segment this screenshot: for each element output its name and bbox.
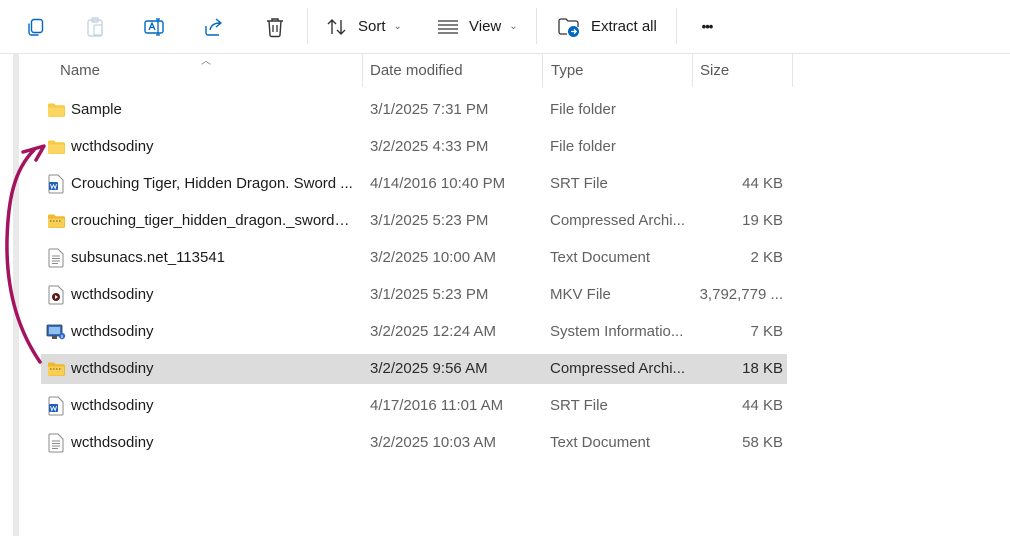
file-type: Compressed Archi... <box>550 212 686 229</box>
file-type: System Informatio... <box>550 323 684 340</box>
file-type: SRT File <box>550 397 608 414</box>
toolbar-separator <box>536 8 537 44</box>
file-row[interactable]: wcthdsodiny 3/2/2025 12:24 AM System Infor… <box>41 317 787 347</box>
column-header-type[interactable]: Type <box>543 54 693 87</box>
file-row[interactable]: wcthdsodiny 3/1/2025 5:23 PM MKV File 3,792… <box>41 280 787 310</box>
file-name: wcthdsodiny <box>71 397 154 414</box>
file-date-modified: 4/14/2016 10:40 PM <box>370 175 506 192</box>
file-size <box>690 95 783 125</box>
file-name: wcthdsodiny <box>71 323 154 340</box>
file-type: Text Document <box>550 249 651 266</box>
file-date-modified: 4/17/2016 11:01 AM <box>370 397 504 414</box>
file-date-modified: 3/2/2025 10:00 AM <box>370 249 496 266</box>
toolbar-separator <box>676 8 677 44</box>
extract-all-label: Extract all <box>591 18 657 35</box>
file-size: 44 KB <box>742 397 783 414</box>
file-size: 58 KB <box>742 434 783 451</box>
file-name: wcthdsodiny <box>71 360 154 377</box>
extract-all-button[interactable]: Extract all <box>557 0 657 53</box>
trash-icon <box>267 17 283 37</box>
file-date-modified: 3/1/2025 5:23 PM <box>370 286 489 303</box>
file-row[interactable]: Sample 3/1/2025 7:31 PM File folder <box>41 95 787 125</box>
paste-button[interactable] <box>80 0 110 53</box>
view-label: View <box>469 18 502 35</box>
file-name: crouching_tiger_hidden_dragon._sword_o..… <box>71 212 353 229</box>
file-row[interactable]: crouching_tiger_hidden_dragon._sword_o..… <box>41 206 787 236</box>
file-date-modified: 3/2/2025 9:56 AM <box>370 360 488 377</box>
more-options-button[interactable]: ••• <box>692 0 722 53</box>
view-icon <box>438 19 458 34</box>
file-name: Crouching Tiger, Hidden Dragon. Sword ..… <box>71 175 353 192</box>
file-row[interactable]: wcthdsodiny 4/17/2016 11:01 AM SRT File 44 … <box>41 391 787 421</box>
file-date-modified: 3/1/2025 5:23 PM <box>370 212 489 229</box>
file-type: File folder <box>550 138 616 155</box>
sort-button[interactable]: Sort ⌄ <box>326 0 406 53</box>
file-row-selected[interactable]: wcthdsodiny 3/2/2025 9:56 AM Compressed Ar… <box>41 354 787 384</box>
sort-label: Sort <box>358 18 386 35</box>
file-type: SRT File <box>550 175 608 192</box>
file-type: Compressed Archi... <box>550 360 686 377</box>
paste-icon <box>87 16 103 37</box>
file-size <box>690 132 783 162</box>
column-header-size[interactable]: Size <box>693 54 793 87</box>
file-size: 3,792,779 ... <box>699 286 783 303</box>
file-size: 44 KB <box>742 175 783 192</box>
toolbar-separator <box>307 8 308 44</box>
file-size: 7 KB <box>750 323 783 340</box>
file-type: MKV File <box>550 286 611 303</box>
share-icon <box>205 17 222 36</box>
command-bar: Sort ⌄ View ⌄ Extract all ••• <box>0 0 1010 54</box>
column-header-name[interactable]: Name <box>51 54 363 87</box>
file-name: wcthdsodiny <box>71 434 154 451</box>
view-button[interactable]: View ⌄ <box>437 0 522 53</box>
file-name: Sample <box>71 101 122 118</box>
annotation-arrow-icon <box>5 144 46 364</box>
column-header-date-modified[interactable]: Date modified <box>363 54 543 87</box>
file-name: subsunacs.net_113541 <box>71 249 226 266</box>
file-name: wcthdsodiny <box>71 138 154 155</box>
file-size: 2 KB <box>750 249 783 266</box>
file-date-modified: 3/1/2025 7:31 PM <box>370 101 489 118</box>
delete-button[interactable] <box>260 0 290 53</box>
extract-folder-icon <box>558 17 579 37</box>
file-name: wcthdsodiny <box>71 286 154 303</box>
share-button[interactable] <box>199 0 229 53</box>
file-row[interactable]: Crouching Tiger, Hidden Dragon. Sword ..… <box>41 169 787 199</box>
text-document-icon <box>46 428 66 458</box>
file-type: File folder <box>550 101 616 118</box>
rename-button[interactable] <box>139 0 169 53</box>
file-date-modified: 3/2/2025 12:24 AM <box>370 323 496 340</box>
more-icon: ••• <box>701 19 714 34</box>
chevron-down-icon: ⌄ <box>393 21 402 32</box>
file-row[interactable]: wcthdsodiny 3/2/2025 10:03 AM Text Documen… <box>41 428 787 458</box>
file-size: 18 KB <box>742 360 783 377</box>
file-type: Text Document <box>550 434 651 451</box>
file-size: 19 KB <box>742 212 783 229</box>
file-date-modified: 3/2/2025 4:33 PM <box>370 138 489 155</box>
word-document-icon <box>46 391 66 421</box>
file-date-modified: 3/2/2025 10:03 AM <box>370 434 496 451</box>
chevron-down-icon: ⌄ <box>509 21 518 32</box>
rename-icon <box>144 17 164 36</box>
file-row[interactable]: wcthdsodiny 3/2/2025 4:33 PM File folder <box>41 132 787 162</box>
file-row[interactable]: subsunacs.net_113541 3/2/2025 10:00 AM Tex… <box>41 243 787 273</box>
sort-icon <box>327 18 346 35</box>
